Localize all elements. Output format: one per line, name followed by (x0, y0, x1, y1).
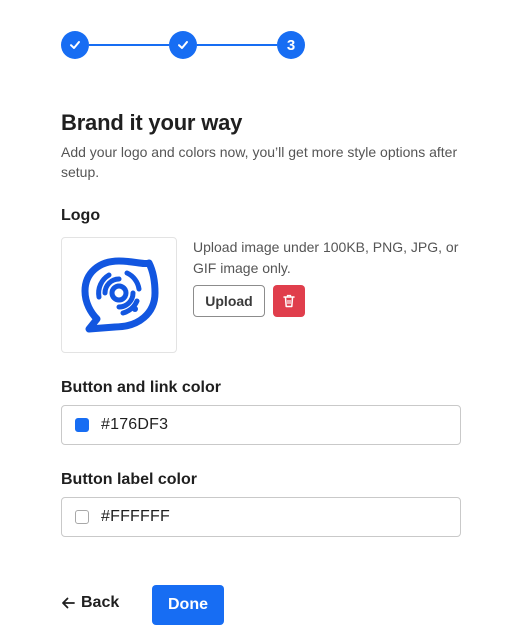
arrow-left-icon (62, 597, 75, 609)
link-color-value: #176DF3 (101, 416, 169, 433)
button-label-color-input[interactable]: #FFFFFF (61, 497, 461, 537)
upload-button[interactable]: Upload (193, 285, 265, 317)
link-color-label: Button and link color (61, 379, 221, 396)
back-button-label: Back (81, 594, 120, 611)
step-connector (197, 44, 277, 46)
check-icon (70, 41, 80, 49)
page-subtitle: Add your logo and colors now, you’ll get… (61, 144, 458, 180)
done-button-label: Done (168, 596, 208, 613)
done-button[interactable]: Done (152, 585, 224, 625)
button-label-color-value: #FFFFFF (101, 508, 170, 525)
check-icon (178, 41, 188, 49)
brand-logo-icon (81, 257, 159, 333)
back-button[interactable]: Back (61, 594, 119, 612)
logo-label: Logo (61, 207, 101, 224)
step-connector (89, 44, 169, 46)
step-2-complete[interactable] (169, 31, 197, 59)
trash-icon (283, 294, 295, 308)
logo-preview (61, 237, 177, 353)
upload-button-label: Upload (205, 293, 253, 309)
button-label-color-swatch[interactable] (75, 510, 89, 524)
step-3-current: 3 (277, 31, 305, 59)
button-label-color-label: Button label color (61, 471, 197, 488)
link-color-swatch[interactable] (75, 418, 89, 432)
step-number: 3 (286, 36, 296, 54)
link-color-input[interactable]: #176DF3 (61, 405, 461, 445)
step-1-complete[interactable] (61, 31, 89, 59)
page-title: Brand it your way (61, 110, 243, 135)
progress-stepper: 3 (61, 31, 305, 59)
delete-logo-button[interactable] (273, 285, 305, 317)
upload-hint-text: Upload image under 100KB, PNG, JPG, or G… (193, 239, 459, 276)
